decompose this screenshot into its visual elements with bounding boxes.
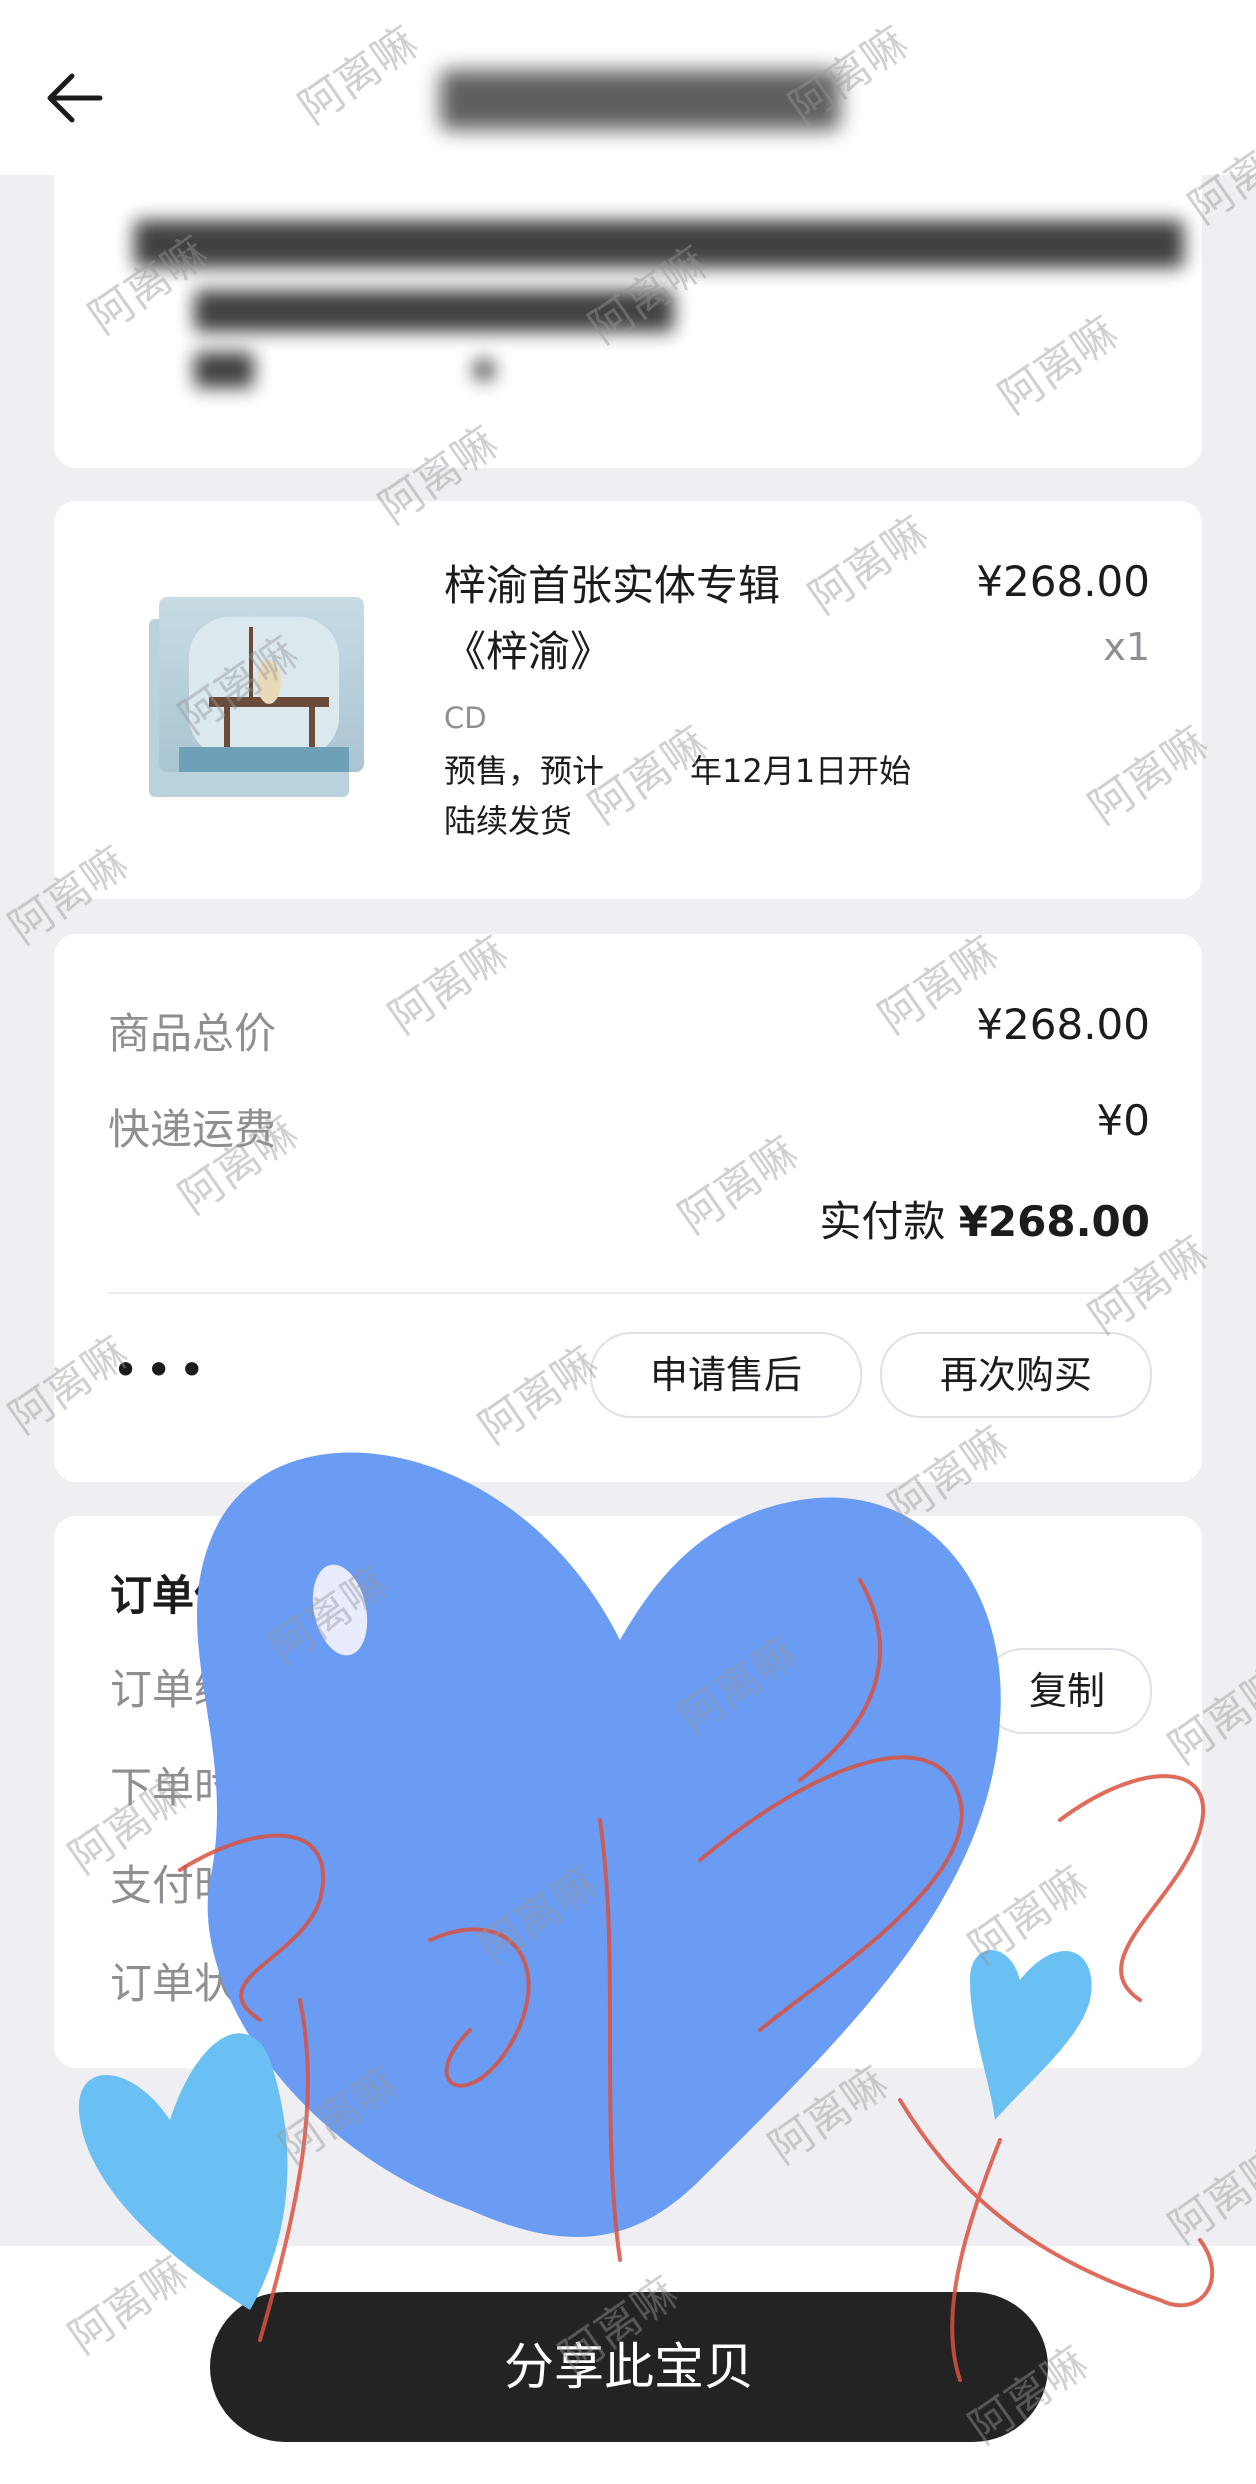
order-time-label: 下单时 xyxy=(110,1763,237,1812)
product-quantity: x1 xyxy=(1103,625,1150,669)
page-title-redacted xyxy=(440,70,840,130)
product-sku: CD xyxy=(444,701,487,735)
address-card[interactable] xyxy=(54,150,1202,468)
product-title[interactable]: 梓渝首张实体专辑 《梓渝》 xyxy=(444,553,924,685)
redacted-address-line xyxy=(194,290,674,332)
presale-note: 预售，预计 年12月1日开始 陆续发货 xyxy=(444,746,964,846)
product-card[interactable]: 梓渝首张实体专辑 《梓渝》 ¥268.00 x1 CD 预售，预计 年12月1日开… xyxy=(54,501,1202,899)
order-status-label: 订单状态 xyxy=(110,1959,279,2008)
pay-time-label: 支付时间 xyxy=(110,1861,279,1910)
goods-total-label: 商品总价 xyxy=(108,1009,277,1058)
goods-total-value: ¥268.00 xyxy=(976,1000,1150,1049)
product-title-line2: 《梓渝》 xyxy=(444,627,613,676)
actual-paid-value: ¥268.00 xyxy=(958,1197,1150,1246)
rebuy-button[interactable]: 再次购买 xyxy=(880,1332,1152,1418)
product-price: ¥268.00 xyxy=(976,557,1150,606)
copy-order-number-button[interactable]: 复制 xyxy=(982,1648,1152,1734)
presale-note-line2: 陆续发货 xyxy=(444,802,573,840)
divider xyxy=(108,1292,1150,1294)
order-info-title: 订单信 xyxy=(110,1571,237,1620)
actual-paid: 实付款 ¥268.00 xyxy=(819,1188,1150,1249)
redacted-address-line xyxy=(194,352,254,388)
shipping-value: ¥0 xyxy=(1096,1096,1150,1145)
more-options-button[interactable]: ••• xyxy=(112,1347,211,1393)
presale-note-part2: 年12月1日开始 xyxy=(690,752,912,790)
top-bar xyxy=(0,0,1256,175)
redacted-address-line xyxy=(134,220,1184,268)
album-cover-image xyxy=(149,597,364,797)
redacted-address-line xyxy=(474,360,494,380)
actual-paid-label: 实付款 xyxy=(819,1197,946,1246)
shipping-label: 快递运费 xyxy=(108,1105,277,1154)
presale-note-part1: 预售，预计 xyxy=(444,752,605,790)
share-button[interactable]: 分享此宝贝 xyxy=(210,2292,1048,2442)
after-sale-button[interactable]: 申请售后 xyxy=(590,1332,862,1418)
product-title-line1: 梓渝首张实体专辑 xyxy=(444,561,781,610)
order-number-label: 订单编 xyxy=(110,1665,237,1714)
price-summary-card: 商品总价 ¥268.00 快递运费 ¥0 实付款 ¥268.00 ••• 申请售… xyxy=(54,934,1202,1482)
order-info-card: 订单信 订单编 下单时 支付时间 订单状态 复制 xyxy=(54,1516,1202,2068)
back-arrow-icon[interactable] xyxy=(38,58,118,138)
watermark-text: 阿离嘛 xyxy=(1159,2136,1256,2255)
